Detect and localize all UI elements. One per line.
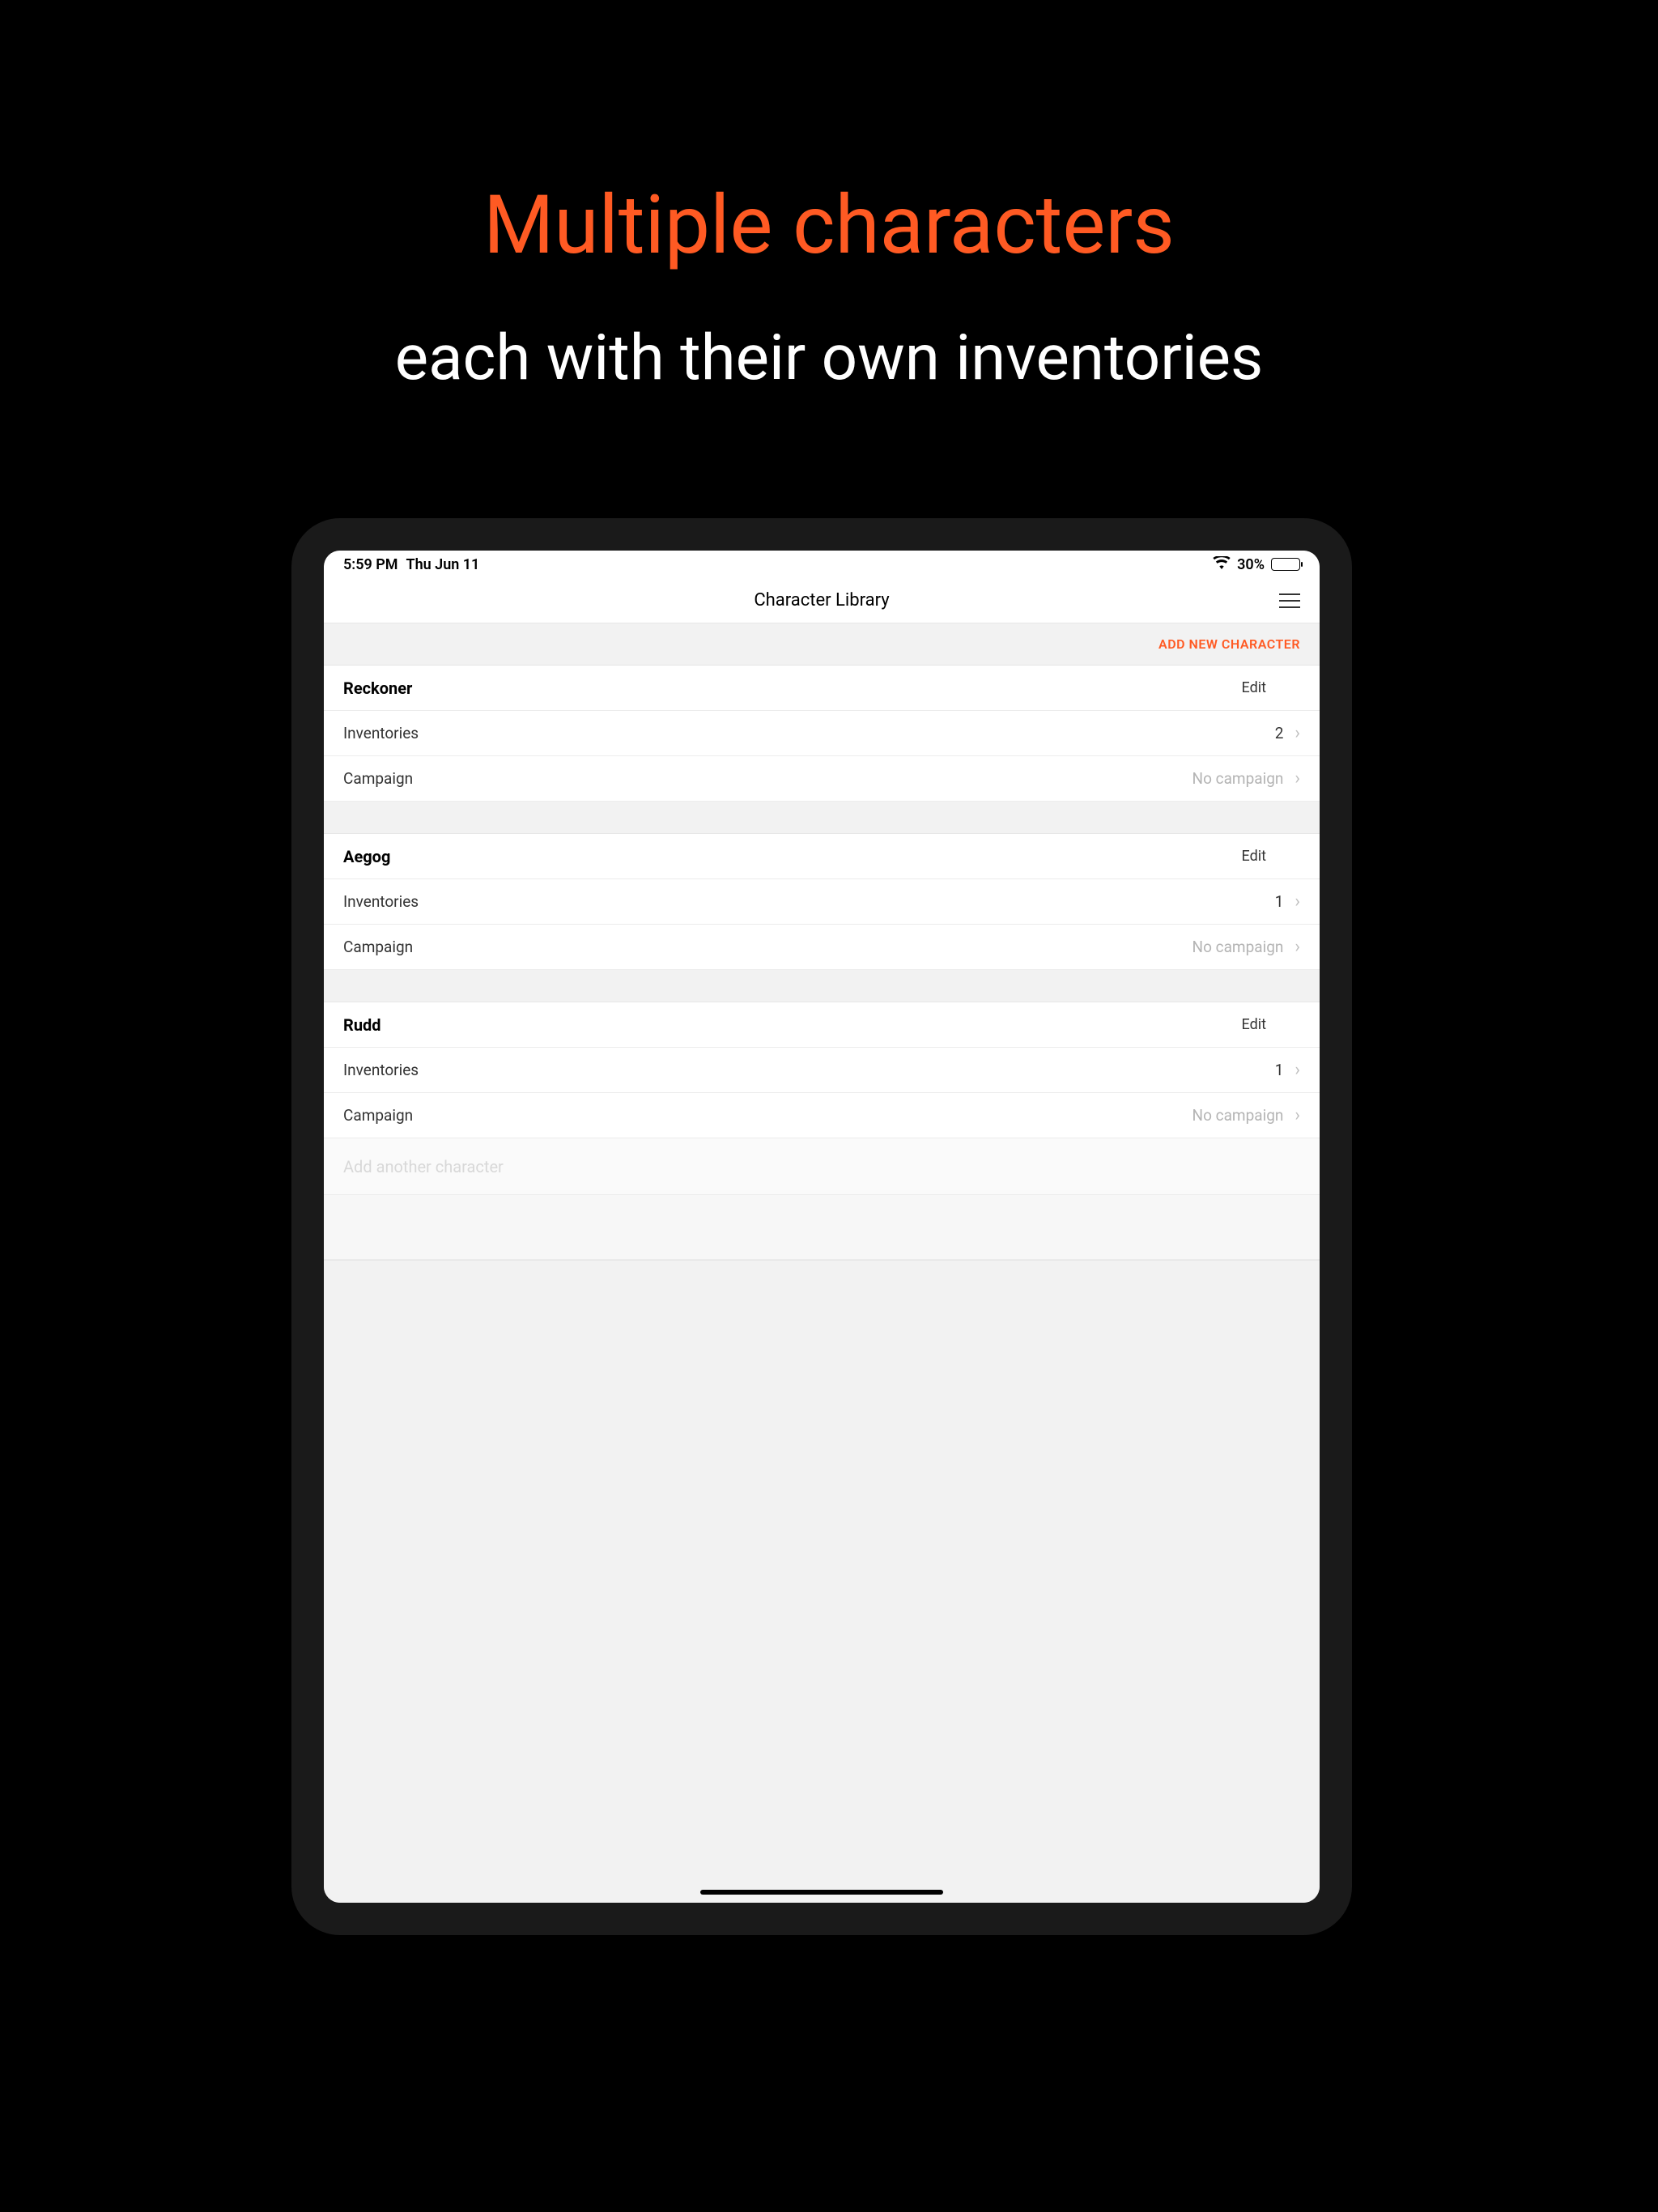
- character-name: Rudd: [343, 1015, 381, 1035]
- campaign-value: No campaign: [1192, 1106, 1284, 1125]
- chevron-right-icon: ›: [1295, 891, 1300, 912]
- campaign-label: Campaign: [343, 1106, 413, 1125]
- chevron-right-icon: ›: [1295, 937, 1300, 957]
- add-another-character-row[interactable]: Add another character: [324, 1138, 1320, 1195]
- chevron-right-icon: ›: [1295, 1105, 1300, 1125]
- inventories-count: 1: [1275, 892, 1284, 911]
- inventories-count: 1: [1275, 1061, 1284, 1079]
- add-new-character-button[interactable]: ADD NEW CHARACTER: [1158, 636, 1300, 652]
- character-header: Reckoner Edit: [324, 666, 1320, 711]
- status-time: 5:59 PM: [343, 556, 398, 573]
- page-title: Character Library: [754, 590, 889, 610]
- chevron-right-icon: ›: [1295, 768, 1300, 789]
- edit-button[interactable]: Edit: [1242, 679, 1300, 696]
- add-another-label: Add another character: [343, 1157, 504, 1176]
- section-spacer: [324, 802, 1320, 834]
- tablet-frame: 5:59 PM Thu Jun 11 30% Character Library: [291, 518, 1352, 1935]
- nav-header: Character Library: [324, 578, 1320, 623]
- chevron-right-icon: ›: [1295, 723, 1300, 743]
- status-bar: 5:59 PM Thu Jun 11 30%: [324, 551, 1320, 578]
- edit-button[interactable]: Edit: [1242, 1016, 1300, 1033]
- inventories-count: 2: [1275, 724, 1284, 742]
- inventories-label: Inventories: [343, 892, 419, 911]
- chevron-right-icon: ›: [1295, 1060, 1300, 1080]
- character-name: Reckoner: [343, 678, 412, 698]
- wifi-icon: [1213, 556, 1231, 573]
- inventories-label: Inventories: [343, 1061, 419, 1079]
- character-header: Aegog Edit: [324, 834, 1320, 879]
- status-date: Thu Jun 11: [406, 556, 480, 573]
- character-name: Aegog: [343, 847, 390, 866]
- section-spacer: [324, 970, 1320, 1002]
- home-indicator[interactable]: [700, 1890, 943, 1895]
- campaign-row[interactable]: Campaign No campaign ›: [324, 756, 1320, 802]
- battery-percent: 30%: [1237, 556, 1265, 573]
- inventories-row[interactable]: Inventories 1 ›: [324, 879, 1320, 925]
- inventories-row[interactable]: Inventories 1 ›: [324, 1048, 1320, 1093]
- promo-subtitle: each with their own inventories: [0, 273, 1658, 395]
- campaign-row[interactable]: Campaign No campaign ›: [324, 925, 1320, 970]
- promo-title: Multiple characters: [0, 0, 1658, 273]
- inventories-row[interactable]: Inventories 2 ›: [324, 711, 1320, 756]
- tablet-screen: 5:59 PM Thu Jun 11 30% Character Library: [324, 551, 1320, 1903]
- add-new-section: ADD NEW CHARACTER: [324, 623, 1320, 666]
- campaign-row[interactable]: Campaign No campaign ›: [324, 1093, 1320, 1138]
- battery-icon: [1271, 558, 1300, 571]
- character-header: Rudd Edit: [324, 1002, 1320, 1048]
- content-filler: [324, 1260, 1320, 1903]
- menu-icon[interactable]: [1279, 593, 1300, 608]
- edit-button[interactable]: Edit: [1242, 848, 1300, 865]
- campaign-value: No campaign: [1192, 938, 1284, 956]
- inventories-label: Inventories: [343, 724, 419, 742]
- filler-shade: [324, 1195, 1320, 1260]
- campaign-value: No campaign: [1192, 769, 1284, 788]
- campaign-label: Campaign: [343, 938, 413, 956]
- campaign-label: Campaign: [343, 769, 413, 788]
